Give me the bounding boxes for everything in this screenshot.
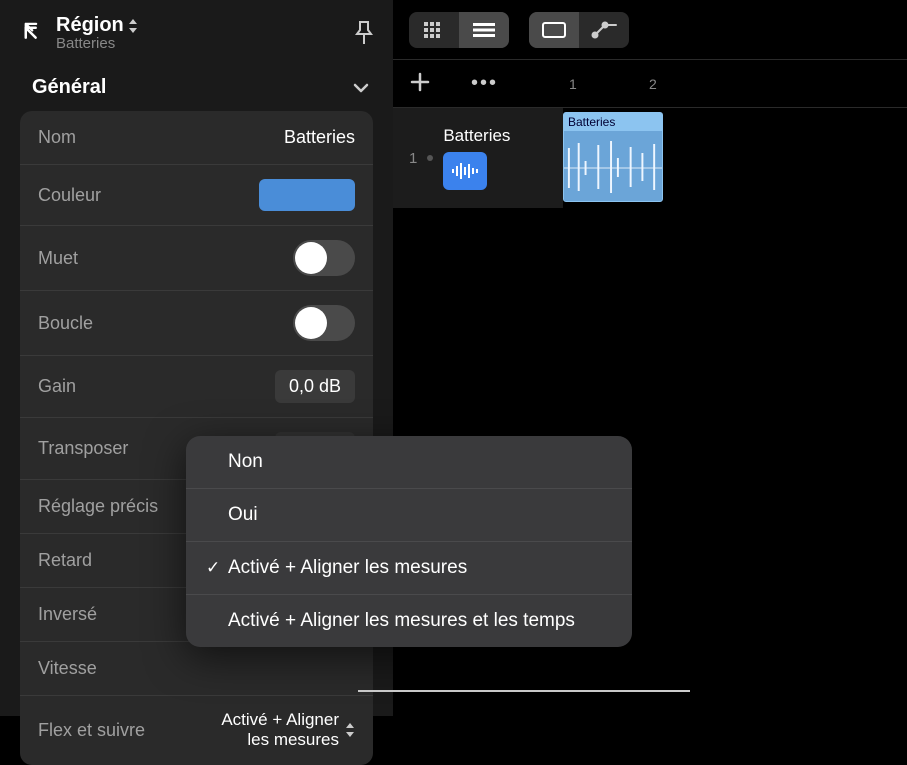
popup-item-oui[interactable]: Oui <box>186 489 632 542</box>
more-button[interactable]: ••• <box>471 72 498 95</box>
flex-value-line1: Activé + Aligner <box>221 710 339 729</box>
automation-mode-btn[interactable] <box>579 12 629 48</box>
check-icon: ✓ <box>206 558 228 578</box>
ruler-mark: 1 <box>569 76 649 92</box>
prop-delay-label: Retard <box>38 550 92 571</box>
waveform-icon <box>564 133 662 202</box>
prop-flex-label: Flex et suivre <box>38 720 145 741</box>
prop-transpose-label: Transposer <box>38 438 128 459</box>
list-view-btn[interactable] <box>459 12 509 48</box>
callout-line <box>358 690 690 692</box>
region-mode-btn[interactable] <box>529 12 579 48</box>
inspector-header: Région Batteries <box>0 0 393 60</box>
prop-color[interactable]: Couleur <box>20 165 373 226</box>
track-name: Batteries <box>443 126 510 146</box>
toggle-knob <box>295 307 327 339</box>
inspector-title-text: Région <box>56 14 124 37</box>
tracks-header: ••• 1 2 <box>393 60 907 108</box>
popup-label: Oui <box>228 504 612 526</box>
flex-follow-popup: Non Oui ✓ Activé + Aligner les mesures A… <box>186 436 632 647</box>
prop-gain[interactable]: Gain 0,0 dB <box>20 356 373 418</box>
timeline-ruler[interactable]: 1 2 <box>563 76 907 92</box>
up-arrow-icon[interactable] <box>18 20 42 49</box>
prop-flex-follow[interactable]: Flex et suivre Activé + Aligner les mesu… <box>20 696 373 765</box>
prop-speed-label: Vitesse <box>38 658 97 679</box>
section-general[interactable]: Général <box>0 60 393 111</box>
popup-item-align-bars[interactable]: ✓ Activé + Aligner les mesures <box>186 542 632 595</box>
prop-color-label: Couleur <box>38 185 101 206</box>
popup-item-non[interactable]: Non <box>186 436 632 489</box>
prop-gain-value[interactable]: 0,0 dB <box>275 370 355 403</box>
audio-region[interactable]: Batteries <box>563 112 663 202</box>
prop-flex-value[interactable]: Activé + Aligner les mesures <box>221 710 355 751</box>
track-lane[interactable]: Batteries <box>563 108 663 208</box>
track-number: 1 <box>409 150 417 167</box>
chevron-down-icon <box>353 76 369 99</box>
popup-label: Non <box>228 451 612 473</box>
pin-icon[interactable] <box>353 20 375 51</box>
prop-loop: Boucle <box>20 291 373 356</box>
view-toggle <box>409 12 509 48</box>
ruler-mark: 2 <box>649 76 729 92</box>
mode-toggle <box>529 12 629 48</box>
mute-toggle[interactable] <box>293 240 355 276</box>
title-updown-icon <box>128 19 138 33</box>
inspector-title[interactable]: Région <box>56 14 353 37</box>
prop-loop-label: Boucle <box>38 313 93 334</box>
arrange-toolbar <box>393 0 907 60</box>
track-header[interactable]: 1 Batteries <box>393 108 563 208</box>
section-title: Général <box>32 76 106 99</box>
popup-label: Activé + Aligner les mesures <box>228 557 612 579</box>
prop-name-value: Batteries <box>284 127 355 148</box>
region-label: Batteries <box>564 113 662 131</box>
tracks-area: 1 Batteries <box>393 108 907 208</box>
loop-toggle[interactable] <box>293 305 355 341</box>
color-swatch[interactable] <box>259 179 355 211</box>
popup-label: Activé + Aligner les mesures et les temp… <box>228 610 612 632</box>
prop-name[interactable]: Nom Batteries <box>20 111 373 165</box>
prop-reversed-label: Inversé <box>38 604 97 625</box>
toggle-knob <box>295 242 327 274</box>
prop-mute: Muet <box>20 226 373 291</box>
updown-icon <box>345 723 355 737</box>
prop-speed[interactable]: Vitesse <box>20 642 373 696</box>
popup-item-align-bars-beats[interactable]: Activé + Aligner les mesures et les temp… <box>186 595 632 647</box>
grid-view-btn[interactable] <box>409 12 459 48</box>
track-record-dot[interactable] <box>427 155 433 161</box>
prop-finetune-label: Réglage précis <box>38 496 158 517</box>
prop-name-label: Nom <box>38 127 76 148</box>
prop-gain-label: Gain <box>38 376 76 397</box>
add-track-button[interactable] <box>409 68 431 100</box>
flex-value-line2: les mesures <box>247 730 339 749</box>
track-audio-icon[interactable] <box>443 152 487 190</box>
prop-mute-label: Muet <box>38 248 78 269</box>
inspector-subtitle: Batteries <box>56 35 353 52</box>
